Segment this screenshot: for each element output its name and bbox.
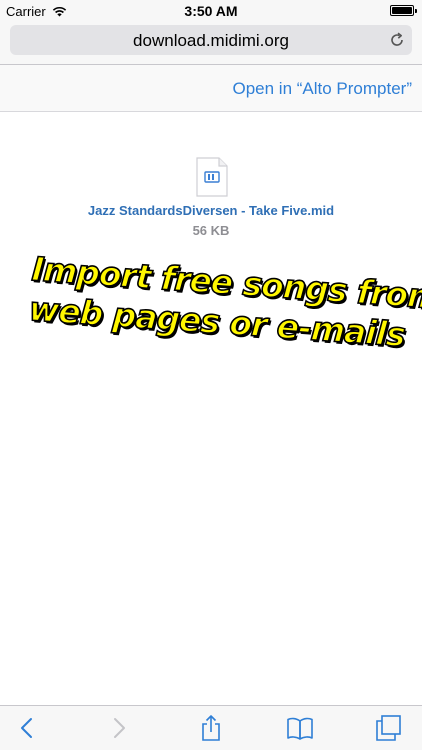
file-name[interactable]: Jazz StandardsDiversen - Take Five.mid xyxy=(0,203,422,218)
midi-file-icon[interactable] xyxy=(196,157,228,197)
promo-caption: Import free songs from web pages or e-ma… xyxy=(27,248,422,355)
share-icon[interactable] xyxy=(197,714,225,742)
status-time: 3:50 AM xyxy=(184,3,238,19)
status-bar: Carrier 3:50 AM xyxy=(0,0,422,22)
screen: Carrier 3:50 AM download.midimi.org Open… xyxy=(0,0,422,750)
open-in-bar: Open in “Alto Prompter” xyxy=(0,65,422,112)
url-text[interactable]: download.midimi.org xyxy=(10,31,412,51)
address-bar-area: download.midimi.org xyxy=(0,22,422,65)
bookmarks-icon[interactable] xyxy=(286,714,314,742)
open-in-app-button[interactable]: Open in “Alto Prompter” xyxy=(232,79,412,99)
battery-icon xyxy=(390,5,417,16)
forward-icon[interactable] xyxy=(104,714,132,742)
reload-icon[interactable] xyxy=(388,31,406,49)
back-icon[interactable] xyxy=(14,714,42,742)
file-size: 56 KB xyxy=(192,223,230,238)
bottom-toolbar xyxy=(0,705,422,750)
address-field[interactable]: download.midimi.org xyxy=(10,25,412,55)
tabs-icon[interactable] xyxy=(374,714,402,742)
